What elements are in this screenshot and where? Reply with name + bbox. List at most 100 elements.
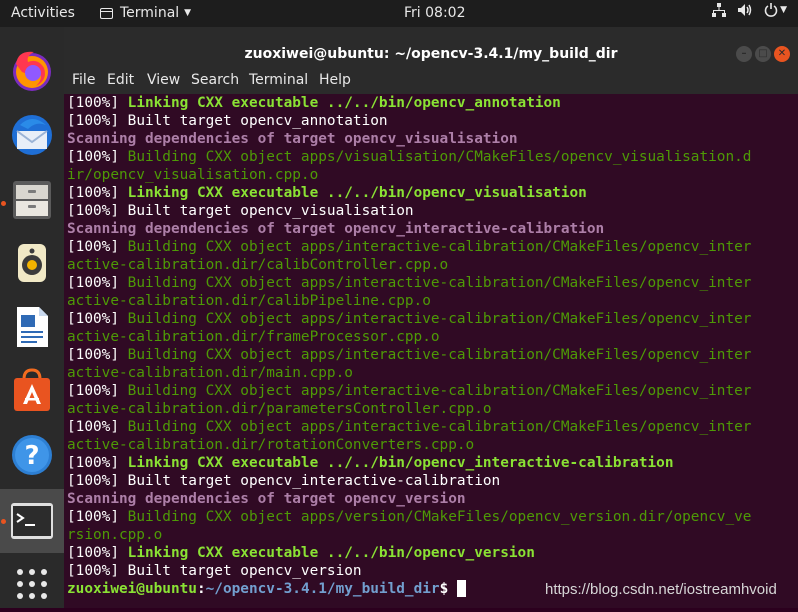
menu-edit[interactable]: Edit [107,72,134,88]
terminal-line: [100%] Built target opencv_annotation [67,112,798,130]
terminal-line: ir/opencv_visualisation.cpp.o [67,166,798,184]
progress-prefix: [100%] [67,473,128,489]
clock[interactable]: Fri 08:02 [404,5,465,21]
terminal-line: [100%] Linking CXX executable ../../bin/… [67,184,798,202]
terminal-line: [100%] Built target opencv_visualisation [67,202,798,220]
progress-prefix: [100%] [67,455,128,471]
progress-prefix: [100%] [67,383,128,399]
line-text-build: Building CXX object apps/interactive-cal… [127,383,752,399]
rhythmbox-icon[interactable] [8,239,56,287]
files-icon[interactable] [8,175,56,223]
terminal-line: [100%] Building CXX object apps/version/… [67,508,798,526]
close-button[interactable]: ✕ [774,46,790,62]
line-text-built: Built target opencv_annotation [127,113,388,129]
terminal-line: active-calibration.dir/calibController.c… [67,256,798,274]
terminal-line: active-calibration.dir/calibPipeline.cpp… [67,292,798,310]
progress-prefix: [100%] [67,185,128,201]
menu-terminal[interactable]: Terminal [249,72,308,88]
line-text-link: Linking CXX executable ../../bin/opencv_… [127,185,587,201]
line-text-build: Building CXX object apps/interactive-cal… [127,347,752,363]
terminal-line: [100%] Building CXX object apps/interact… [67,310,798,328]
thunderbird-icon[interactable] [8,111,56,159]
menu-help[interactable]: Help [319,72,351,88]
progress-prefix: [100%] [67,149,128,165]
line-text-build: Building CXX object apps/version/CMakeFi… [127,509,752,525]
line-text-build: active-calibration.dir/frameProcessor.cp… [67,329,440,345]
line-text-build: active-calibration.dir/calibController.c… [67,257,449,273]
terminal-icon [100,7,113,19]
terminal-line: [100%] Building CXX object apps/visualis… [67,148,798,166]
show-applications-icon[interactable] [8,560,56,608]
menu-search[interactable]: Search [191,72,239,88]
minimize-button[interactable]: – [736,46,752,62]
maximize-button[interactable]: □ [755,46,771,62]
running-indicator [1,519,6,524]
progress-prefix: [100%] [67,545,128,561]
menu-bar: File Edit View Search Terminal Help [64,67,798,94]
terminal-line: Scanning dependencies of target opencv_v… [67,490,798,508]
progress-prefix: [100%] [67,311,128,327]
prompt-separator: : [196,581,206,597]
terminal-line: rsion.cpp.o [67,526,798,544]
progress-prefix: [100%] [67,275,128,291]
line-text-build: ir/opencv_visualisation.cpp.o [67,167,319,183]
line-text-link: Linking CXX executable ../../bin/opencv_… [127,95,561,111]
terminal-line: [100%] Built target opencv_interactive-c… [67,472,798,490]
terminal-line: active-calibration.dir/parametersControl… [67,400,798,418]
line-text-scan: Scanning dependencies of target opencv_i… [67,221,605,237]
menu-view[interactable]: View [147,72,180,88]
terminal-line: [100%] Building CXX object apps/interact… [67,382,798,400]
prompt-symbol: $ [439,581,449,597]
terminal-line: active-calibration.dir/main.cpp.o [67,364,798,382]
prompt-path: ~/opencv-3.4.1/my_build_dir [205,581,440,597]
system-tray[interactable]: ▼ [712,3,787,17]
terminal-output[interactable]: [100%] Linking CXX executable ../../bin/… [67,94,798,608]
volume-icon [738,4,752,16]
firefox-icon[interactable] [8,46,56,94]
terminal-line: [100%] Linking CXX executable ../../bin/… [67,94,798,112]
line-text-link: Linking CXX executable ../../bin/opencv_… [127,455,674,471]
watermark: https://blog.csdn.net/iostreamhvoid [545,581,777,598]
dock: ? [0,27,64,608]
terminal-line: [100%] Building CXX object apps/interact… [67,346,798,364]
activities-button[interactable]: Activities [11,5,75,21]
chevron-down-icon: ▼ [184,8,192,18]
menu-file[interactable]: File [72,72,95,88]
line-text-build: active-calibration.dir/main.cpp.o [67,365,353,381]
progress-prefix: [100%] [67,239,128,255]
line-text-scan: Scanning dependencies of target opencv_v… [67,131,518,147]
progress-prefix: [100%] [67,347,128,363]
progress-prefix: [100%] [67,419,128,435]
prompt-user: zuoxiwei@ubuntu [67,581,197,597]
network-icon [712,3,727,17]
terminal-line: [100%] Linking CXX executable ../../bin/… [67,454,798,472]
window-controls: – □ ✕ [736,46,790,62]
progress-prefix: [100%] [67,95,128,111]
libreoffice-writer-icon[interactable] [8,303,56,351]
software-center-icon[interactable] [8,367,56,415]
terminal-line: [100%] Building CXX object apps/interact… [67,238,798,256]
help-icon[interactable]: ? [8,431,56,479]
progress-prefix: [100%] [67,203,128,219]
terminal-line: Scanning dependencies of target opencv_i… [67,220,798,238]
line-text-built: Built target opencv_version [127,563,362,579]
app-menu-label: Terminal [120,5,180,21]
svg-text:?: ? [24,441,39,471]
line-text-build: rsion.cpp.o [67,527,163,543]
terminal-line: [100%] Linking CXX executable ../../bin/… [67,544,798,562]
line-text-build: Building CXX object apps/interactive-cal… [127,419,752,435]
line-text-built: Built target opencv_visualisation [127,203,414,219]
terminal-line: active-calibration.dir/rotationConverter… [67,436,798,454]
window-titlebar[interactable]: zuoxiwei@ubuntu: ~/opencv-3.4.1/my_build… [64,27,798,67]
progress-prefix: [100%] [67,509,128,525]
terminal-app-icon[interactable] [8,497,56,545]
line-text-build: Building CXX object apps/visualisation/C… [127,149,752,165]
app-menu[interactable]: Terminal ▼ [100,5,191,21]
line-text-link: Linking CXX executable ../../bin/opencv_… [127,545,535,561]
line-text-build: active-calibration.dir/parametersControl… [67,401,492,417]
text-cursor [457,580,467,597]
line-text-scan: Scanning dependencies of target opencv_v… [67,491,466,507]
line-text-build: Building CXX object apps/interactive-cal… [127,239,752,255]
terminal-line: [100%] Built target opencv_version [67,562,798,580]
power-icon [764,3,778,17]
